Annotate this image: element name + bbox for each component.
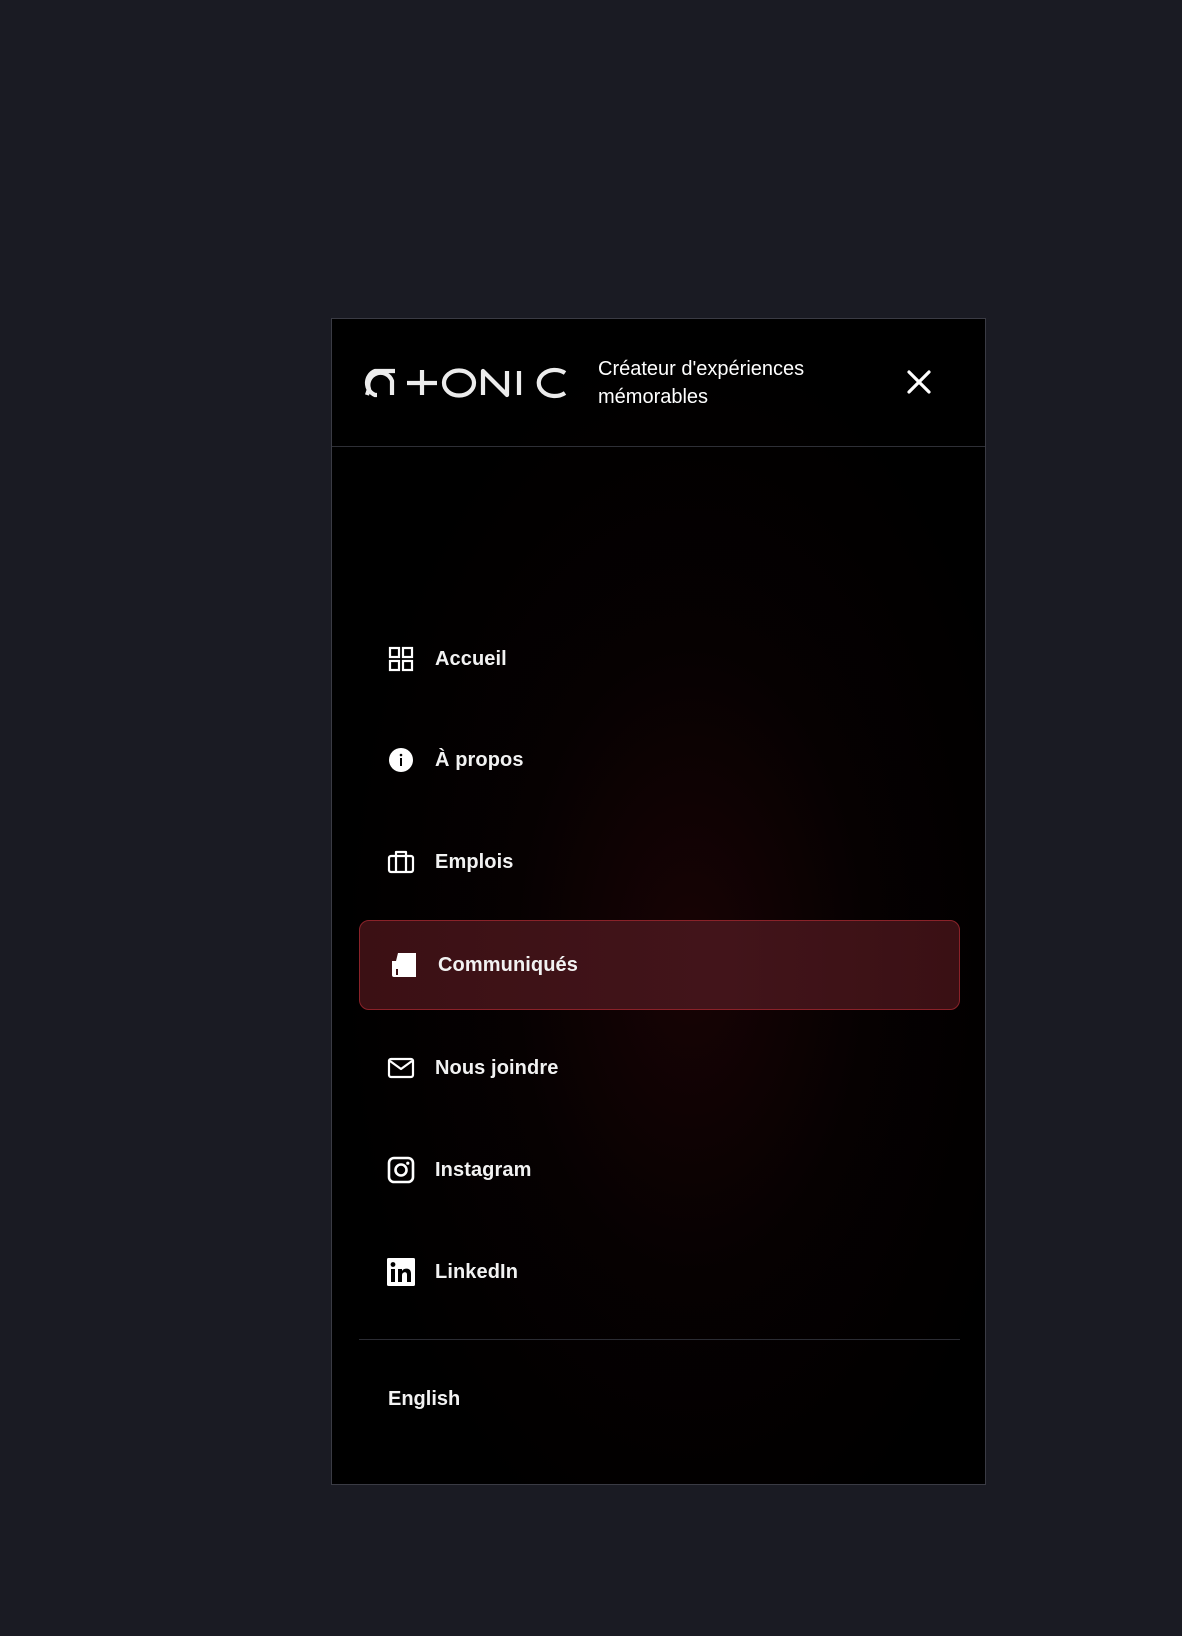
nav-item-communiques[interactable]: Communiqués: [359, 920, 960, 1010]
menu-header: Créateur d'expériences mémorables: [332, 319, 985, 447]
menu-panel: Créateur d'expériences mémorables Accuei…: [331, 318, 986, 1485]
nav-label-instagram: Instagram: [435, 1158, 532, 1181]
instagram-icon: [386, 1155, 416, 1185]
nav-item-instagram[interactable]: Instagram: [359, 1125, 960, 1215]
nav-item-a-propos[interactable]: À propos: [359, 715, 960, 805]
nav-item-linkedin[interactable]: LinkedIn: [359, 1227, 960, 1317]
nav-item-accueil[interactable]: Accueil: [359, 614, 960, 704]
info-icon: [386, 745, 416, 775]
nav-label-linkedin: LinkedIn: [435, 1260, 519, 1283]
grid-icon: [386, 644, 416, 674]
nav-item-emplois[interactable]: Emplois: [359, 817, 960, 907]
envelope-icon: [386, 1053, 416, 1083]
linkedin-icon: [386, 1257, 416, 1287]
nav-item-nous-joindre[interactable]: Nous joindre: [359, 1023, 960, 1113]
documents-icon: [389, 950, 419, 980]
menu-divider: [359, 1339, 960, 1340]
nav-label-communiques: Communiqués: [438, 953, 578, 976]
language-switch-link[interactable]: English: [388, 1388, 460, 1411]
briefcase-icon: [386, 847, 416, 877]
nav-label-a-propos: À propos: [435, 748, 524, 771]
gtonic-logo[interactable]: [359, 365, 571, 399]
close-icon: [907, 370, 931, 394]
nav-label-accueil: Accueil: [435, 647, 507, 670]
brand-tagline: Créateur d'expériences mémorables: [598, 358, 805, 408]
nav-label-emplois: Emplois: [435, 850, 514, 873]
nav-label-nous-joindre: Nous joindre: [435, 1056, 559, 1079]
close-button[interactable]: [902, 365, 936, 399]
